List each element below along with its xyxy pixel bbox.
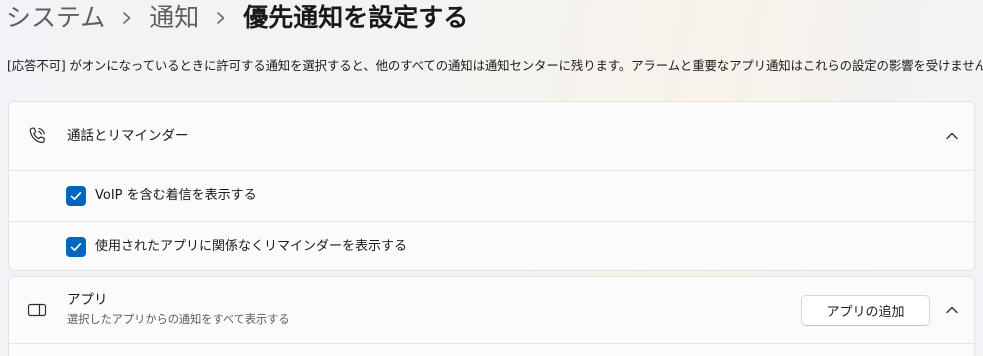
chevron-right-icon bbox=[113, 0, 141, 36]
apps-header[interactable]: アプリ 選択したアプリからの通知をすべて表示する アプリの追加 bbox=[9, 277, 974, 343]
calls-reminders-header[interactable]: 通話とリマインダー bbox=[9, 102, 974, 170]
breadcrumb-item-notifications[interactable]: 通知 bbox=[149, 0, 199, 36]
breadcrumb: システム 通知 優先通知を設定する bbox=[6, 0, 468, 36]
phone-icon bbox=[26, 125, 48, 147]
checkmark-icon bbox=[70, 243, 82, 251]
apps-section: アプリ 選択したアプリからの通知をすべて表示する アプリの追加 bbox=[8, 276, 975, 356]
option-show-reminders: 使用されたアプリに関係なくリマインダーを表示する bbox=[9, 221, 974, 271]
breadcrumb-item-system[interactable]: システム bbox=[6, 0, 105, 36]
page-description: [応答不可] がオンになっているときに許可する通知を選択すると、他のすべての通知… bbox=[7, 58, 983, 73]
divider bbox=[9, 343, 974, 344]
checkmark-icon bbox=[70, 192, 82, 200]
apps-subtitle: 選択したアプリからの通知をすべて表示する bbox=[67, 313, 290, 326]
page-title: 優先通知を設定する bbox=[243, 3, 469, 32]
show-calls-label: VoIP を含む着信を表示する bbox=[95, 188, 257, 203]
add-app-button[interactable]: アプリの追加 bbox=[801, 295, 930, 326]
show-calls-checkbox[interactable] bbox=[66, 186, 86, 206]
apps-title: アプリ bbox=[67, 292, 108, 308]
option-show-calls: VoIP を含む着信を表示する bbox=[9, 170, 974, 220]
chevron-up-icon[interactable] bbox=[944, 128, 960, 144]
show-reminders-label: 使用されたアプリに関係なくリマインダーを表示する bbox=[95, 239, 408, 254]
calls-reminders-section: 通話とリマインダー VoIP を含む着信を表示する 使用されたアプリに関係なくリ… bbox=[8, 101, 975, 271]
chevron-right-icon bbox=[207, 0, 235, 36]
show-reminders-checkbox[interactable] bbox=[66, 237, 86, 257]
chevron-up-icon[interactable] bbox=[944, 302, 960, 318]
app-window-icon bbox=[26, 299, 48, 321]
calls-reminders-title: 通話とリマインダー bbox=[67, 128, 189, 144]
